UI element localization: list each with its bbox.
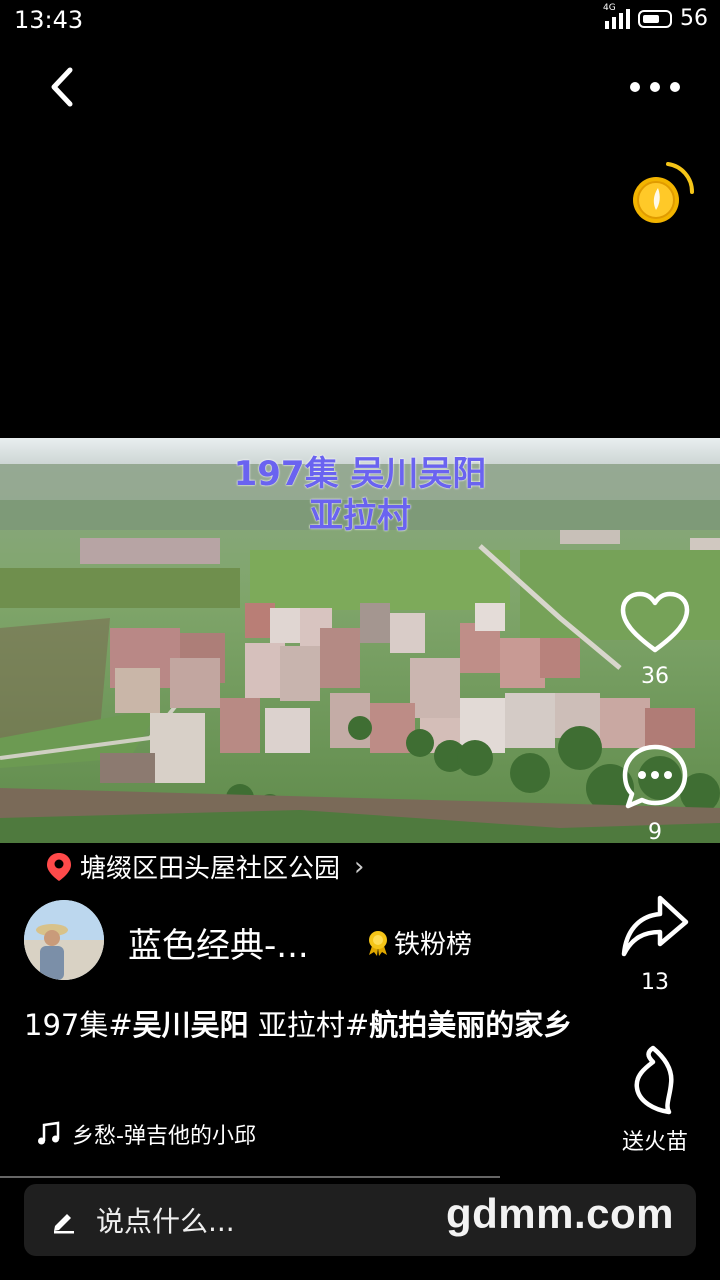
fan-rank-label: 铁粉榜 — [394, 930, 473, 960]
back-button[interactable] — [40, 62, 90, 112]
share-icon — [621, 895, 689, 957]
send-flame-button[interactable]: 送火苗 — [610, 1044, 700, 1156]
watermark: gdmm.com — [445, 1190, 674, 1237]
hashtag-text[interactable]: 吴川吴阳 — [133, 1008, 249, 1042]
video-description: 197集#吴川吴阳 亚拉村#航拍美丽的家乡 — [24, 1006, 584, 1044]
send-flame-label: 送火苗 — [621, 1130, 688, 1155]
location-pin-icon — [47, 852, 71, 881]
pen-icon — [54, 1214, 74, 1234]
chevron-right-icon: › — [354, 851, 365, 882]
video-progress[interactable] — [0, 1176, 500, 1178]
like-count: 36 — [641, 664, 669, 689]
flame-icon — [634, 1045, 674, 1115]
battery-icon — [638, 9, 672, 28]
coin-icon — [633, 162, 695, 223]
comment-icon — [622, 744, 688, 809]
hashtag-text[interactable]: 航拍美丽的家乡 — [369, 1008, 572, 1042]
desc-text: 亚拉村# — [248, 1008, 370, 1042]
author-name[interactable]: 蓝色经典-... — [128, 918, 309, 967]
share-button[interactable]: 13 — [610, 892, 700, 995]
coin-reward-button[interactable] — [628, 158, 698, 228]
battery-level: 56 — [680, 6, 708, 31]
music-note-icon — [38, 1121, 60, 1145]
music-tag[interactable]: 乡愁-弹吉他的小邱 — [36, 1118, 256, 1150]
like-button[interactable]: 36 — [610, 590, 700, 689]
network-type: 4G — [603, 2, 616, 13]
desc-text: 197集# — [24, 1008, 133, 1042]
location-text: 塘缀区田头屋社区公园 — [80, 854, 341, 884]
status-time: 13:43 — [14, 6, 84, 34]
video-caption-subtitle: 亚拉村 — [309, 496, 411, 536]
more-button[interactable] — [630, 76, 680, 98]
comment-placeholder: 说点什么... — [96, 1205, 235, 1238]
share-count: 13 — [641, 970, 669, 995]
back-icon — [51, 67, 73, 107]
heart-icon — [620, 591, 690, 653]
medal-icon — [369, 930, 387, 956]
fan-rank-badge[interactable]: 铁粉榜 — [366, 924, 472, 961]
location-tag[interactable]: 塘缀区田头屋社区公园 › — [46, 848, 364, 885]
more-icon-dot — [630, 82, 640, 92]
avatar[interactable] — [24, 900, 104, 980]
comment-button[interactable]: 9 — [610, 742, 700, 845]
comment-count: 9 — [648, 820, 662, 845]
signal-icon: 4G — [603, 3, 630, 29]
music-title: 乡愁-弹吉他的小邱 — [72, 1124, 256, 1149]
status-bar-right: 4G 56 — [603, 3, 708, 32]
